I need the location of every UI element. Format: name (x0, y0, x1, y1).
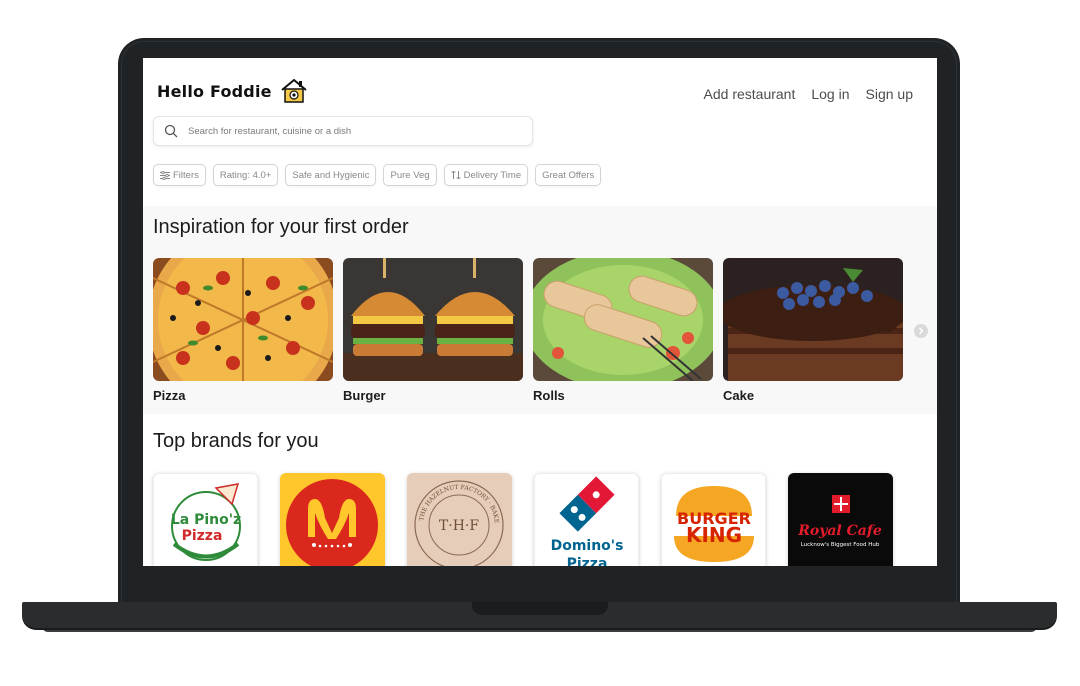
food-label: Pizza (153, 388, 186, 403)
search-bar[interactable] (153, 116, 533, 146)
brands-section: Top brands for you La Pino'z Pizza T·H·F… (143, 414, 937, 566)
chip-label: Rating: 4.0+ (219, 169, 272, 181)
chip-label: Pure Veg (390, 169, 430, 181)
brand-card-burgerking[interactable]: BURGER KING (661, 473, 766, 566)
top-nav: Add restaurant Log in Sign up (704, 86, 913, 102)
filters-chip[interactable]: Filters (153, 164, 206, 186)
screen: Hello Foddie Add restaurant Log in Sign … (143, 58, 937, 566)
sort-icon (451, 171, 461, 179)
thf-logo: T·H·F THE HAZELNUT FACTORY · BAKERY AND … (407, 473, 512, 566)
dominos-text-2: Pizza (567, 556, 608, 566)
brand-card-royalcafe[interactable]: Royal Cafe Lucknow's Biggest Food Hub (788, 473, 893, 566)
signup-link[interactable]: Sign up (866, 86, 913, 102)
chip-label: Safe and Hygienic (292, 169, 370, 181)
lapinoz-text-1: La Pino'z (171, 512, 241, 528)
section-title: Inspiration for your first order (153, 216, 409, 238)
inspiration-section: Inspiration for your first order Pizza B… (143, 206, 937, 414)
bk-text-2: KING (686, 523, 742, 547)
lapinoz-text-2: Pizza (182, 528, 223, 544)
food-card-burger[interactable]: Burger (343, 258, 523, 403)
brand-card-mcdonalds[interactable] (280, 473, 385, 566)
header: Hello Foddie Add restaurant Log in Sign … (143, 58, 937, 206)
delivery-time-chip[interactable]: Delivery Time (443, 164, 529, 186)
rolls-image (533, 258, 713, 381)
safe-hygienic-chip[interactable]: Safe and Hygienic (285, 164, 377, 186)
royal-tagline: Lucknow's Biggest Food Hub (801, 542, 880, 548)
brand-carousel: La Pino'z Pizza T·H·F THE HAZELNUT FACTO… (153, 473, 893, 566)
food-label: Cake (723, 388, 755, 403)
brand-card-thf[interactable]: T·H·F THE HAZELNUT FACTORY · BAKERY AND … (407, 473, 512, 566)
chip-label: Delivery Time (463, 169, 522, 181)
food-card-rolls[interactable]: Rolls (533, 258, 713, 403)
brand-card-dominos[interactable]: Domino's Pizza (534, 473, 639, 566)
brand[interactable]: Hello Foddie (157, 78, 308, 104)
brand-name: Hello Foddie (157, 81, 272, 101)
login-link[interactable]: Log in (811, 86, 849, 102)
house-logo-icon (281, 78, 307, 103)
food-carousel: Pizza Burger Rolls Cake (153, 258, 903, 403)
filter-sliders-icon (160, 170, 170, 180)
mcdonalds-logo (280, 473, 385, 566)
dominos-text-1: Domino's (551, 538, 624, 554)
lapinoz-logo: La Pino'z Pizza (154, 474, 257, 566)
burgerking-logo: BURGER KING (662, 474, 765, 566)
great-offers-chip[interactable]: Great Offers (535, 164, 602, 186)
search-input[interactable] (186, 124, 532, 138)
chip-label: Great Offers (542, 169, 595, 181)
food-card-cake[interactable]: Cake (723, 258, 903, 403)
search-icon (164, 124, 178, 138)
royal-text: Royal Cafe (797, 523, 882, 539)
carousel-next-button[interactable] (914, 324, 928, 338)
brand-card-lapinoz[interactable]: La Pino'z Pizza (153, 473, 258, 566)
burger-image (343, 258, 523, 381)
royalcafe-logo: Royal Cafe Lucknow's Biggest Food Hub (788, 473, 893, 566)
section-title: Top brands for you (153, 430, 319, 452)
thf-text: T·H·F (439, 518, 479, 534)
add-restaurant-link[interactable]: Add restaurant (704, 86, 796, 102)
food-label: Burger (343, 388, 386, 403)
laptop-notch (472, 602, 608, 615)
rating-chip[interactable]: Rating: 4.0+ (212, 164, 279, 186)
chip-label: Filters (173, 169, 199, 181)
filter-chips: Filters Rating: 4.0+ Safe and Hygienic P… (153, 164, 602, 186)
pure-veg-chip[interactable]: Pure Veg (383, 164, 437, 186)
cake-image (723, 258, 903, 381)
pizza-image (153, 258, 333, 381)
chevron-right-icon (918, 327, 924, 335)
food-label: Rolls (533, 388, 565, 403)
dominos-logo: Domino's Pizza (535, 474, 638, 566)
food-card-pizza[interactable]: Pizza (153, 258, 333, 403)
